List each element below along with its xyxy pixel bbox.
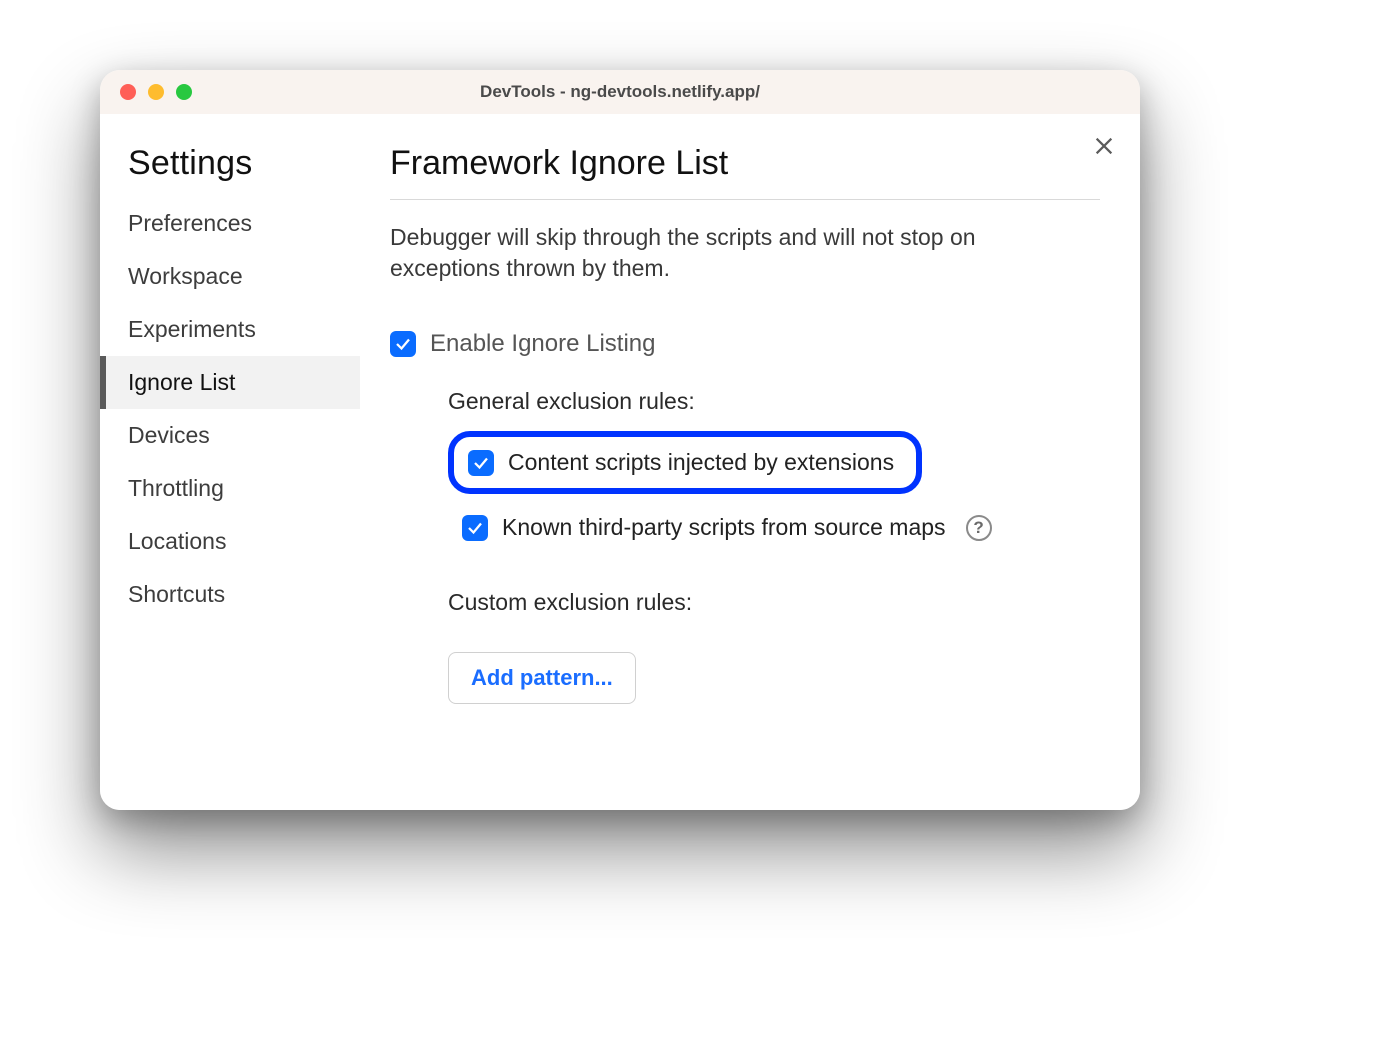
- custom-exclusion-heading: Custom exclusion rules:: [448, 589, 1100, 616]
- enable-ignore-listing-checkbox[interactable]: [390, 331, 416, 357]
- close-icon[interactable]: [1090, 132, 1118, 160]
- help-icon[interactable]: ?: [966, 515, 992, 541]
- custom-exclusion-section: Custom exclusion rules: Add pattern...: [448, 589, 1100, 704]
- enable-ignore-listing-row: Enable Ignore Listing: [390, 330, 1100, 358]
- sidebar-item-label: Shortcuts: [128, 581, 225, 607]
- settings-body: Settings Preferences Workspace Experiments…: [100, 114, 1140, 810]
- settings-sidebar: Settings Preferences Workspace Experiments…: [100, 114, 360, 810]
- content-scripts-checkbox[interactable]: [468, 450, 494, 476]
- window-zoom-button[interactable]: [176, 84, 192, 100]
- content-scripts-option-highlight: Content scripts injected by extensions: [448, 431, 922, 494]
- sidebar-item-locations[interactable]: Locations: [100, 515, 360, 568]
- third-party-checkbox[interactable]: [462, 515, 488, 541]
- sidebar-item-label: Workspace: [128, 263, 243, 289]
- general-exclusion-heading: General exclusion rules:: [448, 388, 1100, 415]
- sidebar-item-label: Throttling: [128, 475, 224, 501]
- settings-window: DevTools - ng-devtools.netlify.app/ Sett…: [100, 70, 1140, 810]
- content-scripts-label: Content scripts injected by extensions: [508, 449, 894, 476]
- add-pattern-button[interactable]: Add pattern...: [448, 652, 636, 704]
- sidebar-item-experiments[interactable]: Experiments: [100, 303, 360, 356]
- third-party-label: Known third-party scripts from source ma…: [502, 514, 946, 541]
- sidebar-item-ignore-list[interactable]: Ignore List: [100, 356, 360, 409]
- sidebar-item-workspace[interactable]: Workspace: [100, 250, 360, 303]
- sidebar-item-label: Experiments: [128, 316, 256, 342]
- sidebar-item-label: Preferences: [128, 210, 252, 236]
- titlebar: DevTools - ng-devtools.netlify.app/: [100, 70, 1140, 114]
- general-exclusion-section: General exclusion rules: Content scripts…: [448, 388, 1100, 541]
- sidebar-title: Settings: [100, 144, 360, 197]
- sidebar-item-label: Devices: [128, 422, 210, 448]
- sidebar-item-devices[interactable]: Devices: [100, 409, 360, 462]
- enable-ignore-listing-label: Enable Ignore Listing: [430, 330, 656, 358]
- window-close-button[interactable]: [120, 84, 136, 100]
- sidebar-item-label: Locations: [128, 528, 226, 554]
- window-minimize-button[interactable]: [148, 84, 164, 100]
- third-party-option-row: Known third-party scripts from source ma…: [448, 514, 1100, 541]
- sidebar-item-preferences[interactable]: Preferences: [100, 197, 360, 250]
- window-title: DevTools - ng-devtools.netlify.app/: [100, 82, 1140, 102]
- traffic-lights: [100, 84, 192, 100]
- page-title: Framework Ignore List: [390, 144, 1100, 200]
- settings-main: Framework Ignore List Debugger will skip…: [360, 114, 1140, 810]
- page-description: Debugger will skip through the scripts a…: [390, 222, 1090, 284]
- sidebar-item-shortcuts[interactable]: Shortcuts: [100, 568, 360, 621]
- sidebar-item-throttling[interactable]: Throttling: [100, 462, 360, 515]
- sidebar-item-label: Ignore List: [128, 369, 235, 395]
